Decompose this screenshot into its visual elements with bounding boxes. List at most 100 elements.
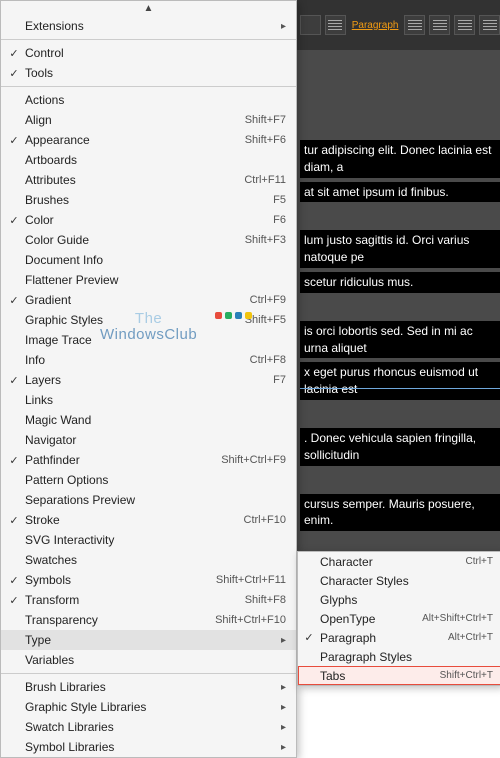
check-icon: ✓ [7,374,21,387]
menu-item-type[interactable]: Type▸ [1,630,296,650]
menu-item-label: Variables [21,653,286,667]
menu-item-label: Layers [21,373,273,387]
toolbar-button-align[interactable] [325,15,346,35]
menu-item-shortcut: Ctrl+F11 [244,174,286,186]
menu-item-label: Graphic Style Libraries [21,700,274,714]
menu-item-label: Transparency [21,613,215,627]
menu-item-symbols[interactable]: ✓SymbolsShift+Ctrl+F11 [1,570,296,590]
toolbar-button-p1[interactable] [404,15,425,35]
menu-item-color[interactable]: ✓ColorF6 [1,210,296,230]
paragraph-icon [433,20,447,30]
menu-item-links[interactable]: Links [1,390,296,410]
menu-item-transparency[interactable]: TransparencyShift+Ctrl+F10 [1,610,296,630]
menu-item-attributes[interactable]: AttributesCtrl+F11 [1,170,296,190]
menu-item-image-trace[interactable]: Image Trace [1,330,296,350]
menu-item-shortcut: F7 [273,374,286,386]
menu-item-pattern-options[interactable]: Pattern Options [1,470,296,490]
menu-item-label: Transform [21,593,245,607]
menu-item-tabs[interactable]: TabsShift+Ctrl+T [298,666,500,685]
menu-item-paragraph-styles[interactable]: Paragraph Styles [298,647,500,666]
menu-item-shortcut: Ctrl+F10 [244,514,287,526]
menu-item-character-styles[interactable]: Character Styles [298,571,500,590]
menu-item-label: Appearance [21,133,245,147]
text-line[interactable]: at sit amet ipsum id finibus. [300,182,500,203]
check-icon: ✓ [7,514,21,527]
menu-item-appearance[interactable]: ✓AppearanceShift+F6 [1,130,296,150]
chevron-right-icon: ▸ [274,635,286,646]
check-icon: ✓ [7,67,21,80]
toolbar-button-p3[interactable] [454,15,475,35]
menu-item-label: Pattern Options [21,473,286,487]
menu-item-character[interactable]: CharacterCtrl+T [298,552,500,571]
check-icon: ✓ [7,214,21,227]
menu-item-graphic-style-libraries[interactable]: Graphic Style Libraries▸ [1,697,296,717]
chevron-right-icon: ▸ [274,21,286,32]
menu-item-variables[interactable]: Variables [1,650,296,670]
menu-item-label: Image Trace [21,333,286,347]
text-line[interactable]: lum justo sagittis id. Orci varius natoq… [300,230,500,268]
menu-item-separations-preview[interactable]: Separations Preview [1,490,296,510]
text-line[interactable]: . Donec vehicula sapien fringilla, solli… [300,428,500,466]
watermark-logo-icon [215,312,252,319]
menu-item-symbol-libraries[interactable]: Symbol Libraries▸ [1,737,296,757]
menu-item-paragraph[interactable]: ✓ParagraphAlt+Ctrl+T [298,628,500,647]
menu-item-label: SVG Interactivity [21,533,286,547]
text-line[interactable]: scetur ridiculus mus. [300,272,500,293]
menu-item-label: Graphic Styles [21,313,245,327]
menu-item-swatch-libraries[interactable]: Swatch Libraries▸ [1,717,296,737]
menu-item-info[interactable]: InfoCtrl+F8 [1,350,296,370]
menu-item-label: Symbol Libraries [21,740,274,754]
menu-item-transform[interactable]: ✓TransformShift+F8 [1,590,296,610]
menu-item-artboards[interactable]: Artboards [1,150,296,170]
check-icon: ✓ [7,594,21,607]
menu-item-svg-interactivity[interactable]: SVG Interactivity [1,530,296,550]
menu-item-label: Color [21,213,273,227]
menu-item-tools[interactable]: ✓Tools [1,63,296,83]
menu-item-label: Paragraph [316,631,448,645]
menu-item-color-guide[interactable]: Color GuideShift+F3 [1,230,296,250]
menu-item-brush-libraries[interactable]: Brush Libraries▸ [1,677,296,697]
menu-item-opentype[interactable]: OpenTypeAlt+Shift+Ctrl+T [298,609,500,628]
menu-item-document-info[interactable]: Document Info [1,250,296,270]
menu-item-magic-wand[interactable]: Magic Wand [1,410,296,430]
menu-item-shortcut: Ctrl+F9 [250,294,286,306]
menu-item-flattener-preview[interactable]: Flattener Preview [1,270,296,290]
chevron-right-icon: ▸ [274,702,286,713]
menu-item-label: Character Styles [316,574,493,588]
scroll-up-arrow-icon[interactable]: ▲ [1,1,296,16]
menu-item-align[interactable]: AlignShift+F7 [1,110,296,130]
menu-item-control[interactable]: ✓Control [1,43,296,63]
window-menu: ▲ Extensions▸ ✓Control✓Tools ActionsAlignS… [0,0,297,758]
toolbar-paragraph-label[interactable]: Paragraph [352,20,399,31]
check-icon: ✓ [7,134,21,147]
menu-item-extensions[interactable]: Extensions▸ [1,16,296,36]
menu-item-actions[interactable]: Actions [1,90,296,110]
text-line[interactable]: x eget purus rhoncus euismod ut lacinia … [300,362,500,400]
menu-item-swatches[interactable]: Swatches [1,550,296,570]
menu-item-pathfinder[interactable]: ✓PathfinderShift+Ctrl+F9 [1,450,296,470]
text-line[interactable]: cursus semper. Mauris posuere, enim. [300,494,500,532]
menu-item-label: Swatches [21,553,286,567]
menu-item-stroke[interactable]: ✓StrokeCtrl+F10 [1,510,296,530]
check-icon: ✓ [7,47,21,60]
toolbar-field[interactable] [300,15,321,35]
menu-item-label: Document Info [21,253,286,267]
menu-item-brushes[interactable]: BrushesF5 [1,190,296,210]
menu-item-layers[interactable]: ✓LayersF7 [1,370,296,390]
toolbar-button-p2[interactable] [429,15,450,35]
menu-item-label: Brushes [21,193,273,207]
menu-item-label: Links [21,393,286,407]
canvas-divider [300,388,500,389]
text-line[interactable]: is orci lobortis sed. Sed in mi ac urna … [300,321,500,359]
text-line[interactable]: tur adipiscing elit. Donec lacinia est d… [300,140,500,178]
menu-item-gradient[interactable]: ✓GradientCtrl+F9 [1,290,296,310]
menu-item-navigator[interactable]: Navigator [1,430,296,450]
menu-item-shortcut: Shift+Ctrl+F9 [221,454,286,466]
app-background: Paragraph tur adipiscing elit. Donec lac… [0,0,500,666]
menu-item-shortcut: Alt+Ctrl+T [448,632,493,643]
toolbar-button-p4[interactable] [479,15,500,35]
menu-item-glyphs[interactable]: Glyphs [298,590,500,609]
chevron-right-icon: ▸ [274,722,286,733]
menu-item-shortcut: Shift+Ctrl+F11 [216,574,286,586]
menu-item-shortcut: Ctrl+T [466,556,494,567]
